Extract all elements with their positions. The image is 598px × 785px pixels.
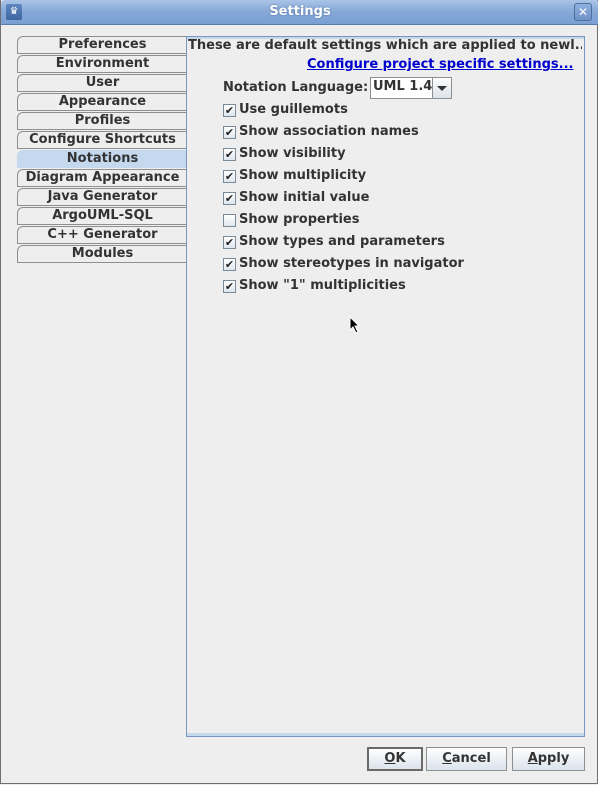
tab-appearance[interactable]: Appearance [17, 93, 187, 111]
tab-preferences[interactable]: Preferences [17, 36, 187, 54]
tab-notations[interactable]: Notations [17, 150, 187, 168]
checkbox-icon[interactable]: ✔ [223, 280, 236, 293]
settings-dialog: ♛ Settings ✕ Preferences Environment Use… [0, 0, 598, 784]
window-title: Settings [269, 4, 331, 19]
checkbox-label: Show properties [239, 212, 360, 227]
cancel-button[interactable]: Cancel [426, 747, 507, 771]
checkbox-icon[interactable]: ✔ [223, 236, 236, 249]
tab-java-generator[interactable]: Java Generator [17, 188, 187, 206]
mouse-cursor-icon [349, 316, 361, 334]
checkbox-icon[interactable]: ✔ [223, 258, 236, 271]
checkbox-label: Show "1" multiplicities [239, 278, 406, 293]
checkbox-label: Show association names [239, 124, 419, 139]
ok-label-rest: K [395, 751, 406, 766]
checkbox-label: Show visibility [239, 146, 346, 161]
checkbox-label: Show stereotypes in navigator [239, 256, 464, 271]
checkbox-icon[interactable]: ✔ [223, 192, 236, 205]
ok-button[interactable]: OK [367, 747, 423, 771]
tab-user[interactable]: User [17, 74, 187, 92]
tab-cpp-generator[interactable]: C++ Generator [17, 226, 187, 244]
checkbox-icon[interactable] [223, 214, 236, 227]
cancel-mnemonic: C [442, 751, 452, 766]
checkbox-icon[interactable]: ✔ [223, 104, 236, 117]
notation-language-select[interactable]: UML 1.4 [370, 77, 452, 99]
checkbox-label: Show multiplicity [239, 168, 367, 183]
title-bar[interactable]: ♛ Settings ✕ [1, 0, 598, 25]
tab-profiles[interactable]: Profiles [17, 112, 187, 130]
chevron-down-icon[interactable] [432, 78, 451, 98]
configure-project-settings-link[interactable]: Configure project specific settings... [307, 57, 574, 72]
notation-language-label: Notation Language: [223, 80, 369, 95]
apply-mnemonic: A [527, 751, 538, 766]
apply-label-rest: pply [537, 751, 570, 766]
ok-mnemonic: O [384, 751, 396, 766]
checkbox-icon[interactable]: ✔ [223, 126, 236, 139]
tab-modules[interactable]: Modules [17, 245, 187, 263]
tab-configure-shortcuts[interactable]: Configure Shortcuts [17, 131, 187, 149]
apply-button[interactable]: Apply [512, 747, 585, 771]
tab-argouml-sql[interactable]: ArgoUML-SQL [17, 207, 187, 225]
cancel-label-rest: ancel [451, 751, 491, 766]
checkbox-label: Show initial value [239, 190, 370, 205]
checkbox-label: Use guillemots [239, 102, 348, 117]
tab-diagram-appearance[interactable]: Diagram Appearance [17, 169, 187, 187]
settings-tab-list: Preferences Environment User Appearance … [17, 36, 187, 264]
panel-description: These are default settings which are app… [188, 38, 582, 53]
close-icon[interactable]: ✕ [574, 3, 592, 21]
notations-panel: These are default settings which are app… [186, 36, 585, 737]
tab-environment[interactable]: Environment [17, 55, 187, 73]
notation-language-value: UML 1.4 [373, 79, 433, 94]
checkbox-icon[interactable]: ✔ [223, 148, 236, 161]
checkbox-icon[interactable]: ✔ [223, 170, 236, 183]
checkbox-label: Show types and parameters [239, 234, 445, 249]
